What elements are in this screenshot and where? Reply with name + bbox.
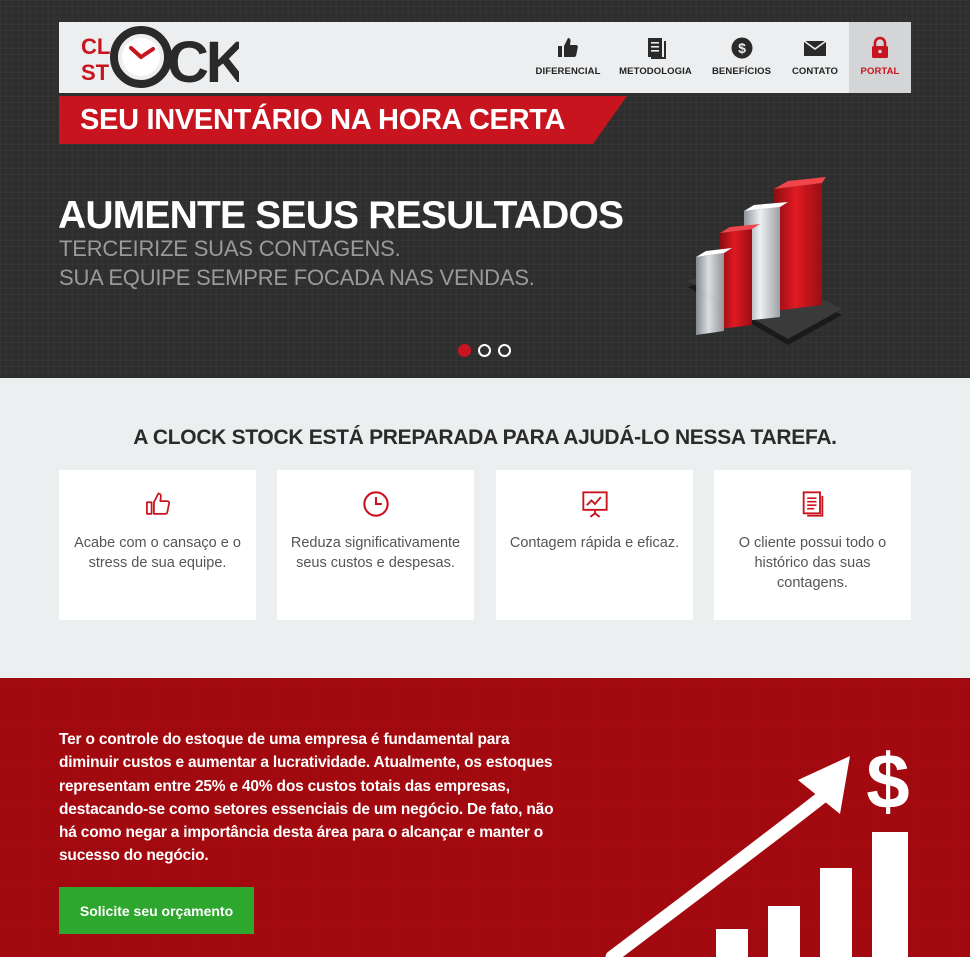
features-section: A CLOCK STOCK ESTÁ PREPARADA PARA AJUDÁ-… bbox=[0, 378, 970, 678]
logo-ck-text: CK bbox=[167, 30, 239, 93]
nav-label: BENEFÍCIOS bbox=[711, 66, 772, 77]
feature-card-2: Reduza significativamente seus custos e … bbox=[277, 470, 474, 620]
carousel-indicators bbox=[458, 344, 511, 357]
feature-text: Contagem rápida e eficaz. bbox=[509, 535, 680, 551]
main-nav: DIFERENCIAL METODOLOGIA $ BENEFÍCIOS CON… bbox=[527, 22, 911, 93]
feature-card-4: O cliente possui todo o histórico das su… bbox=[714, 470, 911, 620]
feature-card-3: Contagem rápida e eficaz. bbox=[496, 470, 693, 620]
growth-chart-illustration: $ bbox=[605, 737, 910, 957]
document-icon bbox=[647, 38, 666, 59]
feature-text: O cliente possui todo o histórico das su… bbox=[738, 535, 887, 591]
hero-bar-chart-illustration bbox=[688, 177, 842, 345]
clock-stock-logo[interactable]: CL ST CK bbox=[79, 22, 251, 95]
nav-item-beneficios[interactable]: $ BENEFÍCIOS bbox=[702, 22, 781, 93]
nav-label: PORTAL bbox=[860, 66, 900, 77]
dollar-sign-text: $ bbox=[866, 737, 909, 825]
tagline-text: SEU INVENTÁRIO NA HORA CERTA bbox=[80, 104, 566, 136]
nav-label: DIFERENCIAL bbox=[535, 66, 601, 77]
hero-subtitle-line1: TERCEIRIZE SUAS CONTAGENS. bbox=[59, 236, 401, 261]
feature-text: Acabe com o cansaço e o stress de sua eq… bbox=[74, 535, 241, 571]
lock-icon bbox=[872, 36, 888, 58]
nav-item-contato[interactable]: CONTATO bbox=[781, 22, 849, 93]
svg-text:$: $ bbox=[738, 40, 746, 56]
nav-item-diferencial[interactable]: DIFERENCIAL bbox=[527, 22, 609, 93]
nav-item-metodologia[interactable]: METODOLOGIA bbox=[609, 22, 702, 93]
envelope-icon bbox=[803, 40, 827, 56]
tagline-ribbon: SEU INVENTÁRIO NA HORA CERTA bbox=[59, 96, 627, 144]
nav-label: CONTATO bbox=[791, 66, 839, 77]
carousel-dot-2[interactable] bbox=[478, 344, 491, 357]
logo-st-text: ST bbox=[81, 60, 110, 85]
cta-section: Ter o controle do estoque de uma empresa… bbox=[0, 678, 970, 957]
hero-title: AUMENTE SEUS RESULTADOS bbox=[58, 194, 624, 237]
thumbs-up-icon bbox=[146, 492, 170, 515]
nav-item-portal[interactable]: PORTAL bbox=[849, 22, 911, 93]
carousel-dot-1[interactable] bbox=[458, 344, 471, 357]
hero-section: CL ST CK DIFERENCIAL METODOLOGIA $ BENEF… bbox=[0, 0, 970, 378]
feature-text: Reduza significativamente seus custos e … bbox=[290, 535, 461, 571]
hero-subtitle-line2: SUA EQUIPE SEMPRE FOCADA NAS VENDAS. bbox=[59, 265, 535, 290]
thumbs-up-icon bbox=[558, 38, 578, 57]
clock-icon bbox=[363, 491, 389, 517]
feature-card-1: Acabe com o cansaço e o stress de sua eq… bbox=[59, 470, 256, 620]
logo-cl-text: CL bbox=[81, 34, 110, 59]
dollar-icon: $ bbox=[731, 37, 752, 59]
nav-label: METODOLOGIA bbox=[619, 66, 692, 77]
document-icon bbox=[802, 491, 824, 517]
carousel-dot-3[interactable] bbox=[498, 344, 511, 357]
top-navigation-bar: CL ST CK DIFERENCIAL METODOLOGIA $ BENEF… bbox=[59, 22, 911, 95]
presentation-chart-icon bbox=[582, 491, 608, 518]
request-quote-button[interactable]: Solicite seu orçamento bbox=[59, 887, 254, 934]
features-title: A CLOCK STOCK ESTÁ PREPARADA PARA AJUDÁ-… bbox=[133, 426, 837, 449]
cta-paragraph: Ter o controle do estoque de uma empresa… bbox=[59, 731, 554, 865]
